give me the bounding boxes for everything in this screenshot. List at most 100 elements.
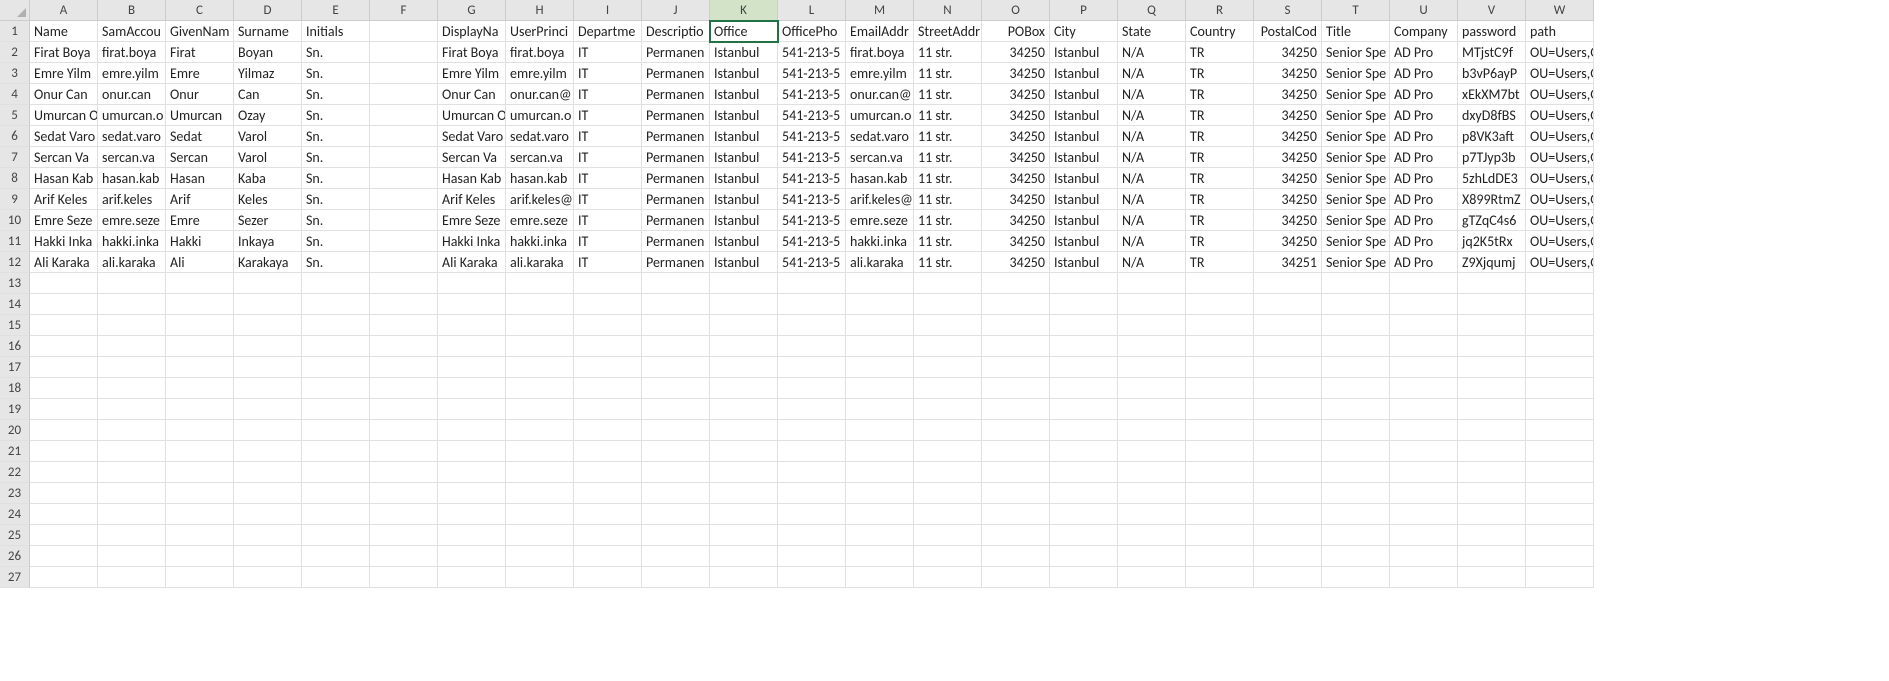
row-header-14[interactable]: 14 [0, 294, 30, 315]
cell-L13[interactable] [778, 273, 846, 294]
cell-U17[interactable] [1390, 357, 1458, 378]
cell-B15[interactable] [98, 315, 166, 336]
cell-S6[interactable]: 34250 [1254, 126, 1322, 147]
cell-U26[interactable] [1390, 546, 1458, 567]
cell-G27[interactable] [438, 567, 506, 588]
cell-N12[interactable]: 11 str. [914, 252, 982, 273]
cell-T24[interactable] [1322, 504, 1390, 525]
cell-A1[interactable]: Name [30, 21, 98, 42]
cell-M27[interactable] [846, 567, 914, 588]
cell-W3[interactable]: OU=Users,OU=IT,OU=Is [1526, 63, 1594, 84]
cell-E13[interactable] [302, 273, 370, 294]
cell-B4[interactable]: onur.can [98, 84, 166, 105]
cell-A12[interactable]: Ali Karaka [30, 252, 98, 273]
cell-N14[interactable] [914, 294, 982, 315]
cell-D5[interactable]: Ozay [234, 105, 302, 126]
cell-U18[interactable] [1390, 378, 1458, 399]
cell-L18[interactable] [778, 378, 846, 399]
cell-U21[interactable] [1390, 441, 1458, 462]
cell-N25[interactable] [914, 525, 982, 546]
cell-T2[interactable]: Senior Spe [1322, 42, 1390, 63]
cell-U8[interactable]: AD Pro [1390, 168, 1458, 189]
cell-I16[interactable] [574, 336, 642, 357]
cell-H22[interactable] [506, 462, 574, 483]
cell-E27[interactable] [302, 567, 370, 588]
cell-F13[interactable] [370, 273, 438, 294]
cell-I14[interactable] [574, 294, 642, 315]
cell-Q11[interactable]: N/A [1118, 231, 1186, 252]
cell-E20[interactable] [302, 420, 370, 441]
cell-F26[interactable] [370, 546, 438, 567]
cell-C2[interactable]: Firat [166, 42, 234, 63]
cell-N8[interactable]: 11 str. [914, 168, 982, 189]
cell-P14[interactable] [1050, 294, 1118, 315]
cell-D17[interactable] [234, 357, 302, 378]
col-header-P[interactable]: P [1050, 0, 1118, 21]
cell-Q4[interactable]: N/A [1118, 84, 1186, 105]
row-header-13[interactable]: 13 [0, 273, 30, 294]
cell-S26[interactable] [1254, 546, 1322, 567]
cell-I6[interactable]: IT [574, 126, 642, 147]
cell-D22[interactable] [234, 462, 302, 483]
cell-O3[interactable]: 34250 [982, 63, 1050, 84]
cell-P25[interactable] [1050, 525, 1118, 546]
cell-K16[interactable] [710, 336, 778, 357]
cell-N13[interactable] [914, 273, 982, 294]
col-header-E[interactable]: E [302, 0, 370, 21]
cell-E3[interactable]: Sn. [302, 63, 370, 84]
cell-O8[interactable]: 34250 [982, 168, 1050, 189]
cell-T21[interactable] [1322, 441, 1390, 462]
cell-W13[interactable] [1526, 273, 1594, 294]
cell-N11[interactable]: 11 str. [914, 231, 982, 252]
cell-G10[interactable]: Emre Seze [438, 210, 506, 231]
cell-S25[interactable] [1254, 525, 1322, 546]
cell-L9[interactable]: 541-213-5 [778, 189, 846, 210]
row-header-9[interactable]: 9 [0, 189, 30, 210]
cell-L1[interactable]: OfficePho [778, 21, 846, 42]
cell-U27[interactable] [1390, 567, 1458, 588]
cell-U22[interactable] [1390, 462, 1458, 483]
cell-V10[interactable]: gTZqC4s6 [1458, 210, 1526, 231]
row-header-20[interactable]: 20 [0, 420, 30, 441]
cell-B14[interactable] [98, 294, 166, 315]
cell-M1[interactable]: EmailAddr [846, 21, 914, 42]
cell-K18[interactable] [710, 378, 778, 399]
cell-A20[interactable] [30, 420, 98, 441]
cell-A5[interactable]: Umurcan O [30, 105, 98, 126]
cell-M9[interactable]: arif.keles@ [846, 189, 914, 210]
cell-U9[interactable]: AD Pro [1390, 189, 1458, 210]
cell-K17[interactable] [710, 357, 778, 378]
cell-V17[interactable] [1458, 357, 1526, 378]
cell-H15[interactable] [506, 315, 574, 336]
cell-V3[interactable]: b3vP6ayP [1458, 63, 1526, 84]
cell-I20[interactable] [574, 420, 642, 441]
cell-R10[interactable]: TR [1186, 210, 1254, 231]
cell-K7[interactable]: Istanbul [710, 147, 778, 168]
cell-S3[interactable]: 34250 [1254, 63, 1322, 84]
cell-C16[interactable] [166, 336, 234, 357]
cell-F19[interactable] [370, 399, 438, 420]
cell-W18[interactable] [1526, 378, 1594, 399]
cell-U4[interactable]: AD Pro [1390, 84, 1458, 105]
cell-S14[interactable] [1254, 294, 1322, 315]
cell-C25[interactable] [166, 525, 234, 546]
cell-T13[interactable] [1322, 273, 1390, 294]
cell-M10[interactable]: emre.seze [846, 210, 914, 231]
cell-A7[interactable]: Sercan Va [30, 147, 98, 168]
cell-R12[interactable]: TR [1186, 252, 1254, 273]
cell-W6[interactable]: OU=Users,OU=IT,OU=Is [1526, 126, 1594, 147]
cell-I10[interactable]: IT [574, 210, 642, 231]
cell-J8[interactable]: Permanen [642, 168, 710, 189]
cell-L25[interactable] [778, 525, 846, 546]
cell-K20[interactable] [710, 420, 778, 441]
cell-V5[interactable]: dxyD8fBS [1458, 105, 1526, 126]
row-header-12[interactable]: 12 [0, 252, 30, 273]
cell-C8[interactable]: Hasan [166, 168, 234, 189]
cell-T3[interactable]: Senior Spe [1322, 63, 1390, 84]
cell-H12[interactable]: ali.karaka [506, 252, 574, 273]
cell-D9[interactable]: Keles [234, 189, 302, 210]
cell-F22[interactable] [370, 462, 438, 483]
cell-S27[interactable] [1254, 567, 1322, 588]
cell-H27[interactable] [506, 567, 574, 588]
cell-S2[interactable]: 34250 [1254, 42, 1322, 63]
